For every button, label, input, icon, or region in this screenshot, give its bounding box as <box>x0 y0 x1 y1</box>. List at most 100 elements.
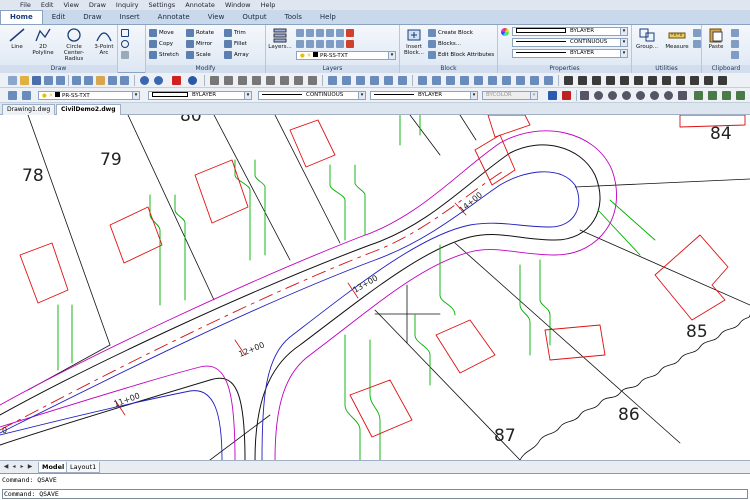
view-back-icon[interactable] <box>474 76 483 85</box>
group-button[interactable]: Group... <box>632 27 662 50</box>
array-button[interactable]: Array <box>224 50 249 60</box>
tab-tools[interactable]: Tools <box>276 11 311 24</box>
pan-icon[interactable] <box>592 76 601 85</box>
lineweight-dropdown[interactable]: BYLAYER ▾ <box>512 49 628 58</box>
insert-block-button[interactable]: Insert Block... <box>401 27 427 56</box>
area-icon[interactable] <box>342 76 351 85</box>
layer-delete-icon[interactable] <box>346 29 354 37</box>
redo-icon[interactable] <box>154 76 163 85</box>
named-views-icon[interactable] <box>708 91 717 100</box>
redraw-icon[interactable] <box>548 91 557 100</box>
layout-tab-layout1[interactable]: Layout1 <box>66 462 101 473</box>
layers-icon[interactable] <box>8 91 17 100</box>
orbit-icon[interactable] <box>606 76 615 85</box>
view-right-icon[interactable] <box>516 76 525 85</box>
tab-insert[interactable]: Insert <box>111 11 149 24</box>
rectangle-tool[interactable] <box>121 39 131 49</box>
menu-window[interactable]: Window <box>220 0 256 10</box>
view-front-icon[interactable] <box>432 76 441 85</box>
measure-button[interactable]: Measure <box>662 27 692 50</box>
tab-help[interactable]: Help <box>311 11 345 24</box>
menu-edit[interactable]: Edit <box>36 0 59 10</box>
ortho-icon[interactable] <box>238 76 247 85</box>
toolbar-linetype-dropdown[interactable]: CONTINUOUS ▾ <box>258 91 366 100</box>
edit-block-attributes-button[interactable]: Edit Block Attributes <box>428 50 494 60</box>
zoom-previous-icon[interactable] <box>650 91 659 100</box>
pointer-icon[interactable] <box>564 76 573 85</box>
list-icon[interactable] <box>356 76 365 85</box>
zoom-out-icon[interactable] <box>622 91 631 100</box>
drawing-canvas[interactable]: 78 79 80 84 85 86 87 11+00 12+00 13+00 1… <box>0 115 750 460</box>
osnap-icon[interactable] <box>266 76 275 85</box>
zoom-extents-icon[interactable] <box>664 91 673 100</box>
layer-state-icon[interactable] <box>296 29 304 37</box>
layer-merge-icon[interactable] <box>346 40 354 48</box>
zoom-realtime-icon[interactable] <box>594 91 603 100</box>
shade-icon[interactable] <box>704 76 713 85</box>
blocks-button[interactable]: Blocks... <box>428 39 461 49</box>
render-icon[interactable] <box>676 76 685 85</box>
copy-clip-button[interactable] <box>731 39 741 49</box>
view-se-icon[interactable] <box>544 76 553 85</box>
lineweight-display-icon[interactable] <box>294 76 303 85</box>
cut-button[interactable] <box>731 28 741 38</box>
copy-button[interactable]: Copy <box>149 39 173 49</box>
menu-settings[interactable]: Settings <box>144 0 181 10</box>
light-icon[interactable] <box>662 76 671 85</box>
print-icon[interactable] <box>44 76 53 85</box>
cascade-icon[interactable] <box>736 91 745 100</box>
prev-tab-icon[interactable]: ◂ <box>10 463 18 471</box>
layer-on-icon[interactable] <box>326 40 334 48</box>
otrack-icon[interactable] <box>280 76 289 85</box>
fly-icon[interactable] <box>634 76 643 85</box>
command-input[interactable]: Command: QSAVE <box>2 489 748 499</box>
zoom-window-icon[interactable] <box>636 91 645 100</box>
match-properties-icon[interactable] <box>108 76 117 85</box>
viewports-icon[interactable] <box>694 91 703 100</box>
layer-lock-icon[interactable] <box>296 40 304 48</box>
create-block-button[interactable]: Create Block <box>428 28 473 38</box>
preview-icon[interactable] <box>56 76 65 85</box>
layer-isolate-icon[interactable] <box>326 29 334 37</box>
tab-view[interactable]: View <box>199 11 234 24</box>
move-button[interactable]: Move <box>149 28 174 38</box>
tab-home[interactable]: Home <box>0 10 43 24</box>
menu-view[interactable]: View <box>58 0 83 10</box>
erase-icon[interactable] <box>172 76 181 85</box>
polar-icon[interactable] <box>252 76 261 85</box>
mirror-button[interactable]: Mirror <box>186 39 212 49</box>
polygon-tool[interactable] <box>121 28 131 38</box>
menu-help[interactable]: Help <box>256 0 281 10</box>
layer-match-icon[interactable] <box>306 29 314 37</box>
layer-dropdown[interactable]: ● ☀ PR-SS-TXT ▾ <box>296 51 396 60</box>
snap-icon[interactable] <box>210 76 219 85</box>
view-top-icon[interactable] <box>418 76 427 85</box>
paste-button[interactable]: Paste <box>703 27 729 50</box>
stretch-button[interactable]: Stretch <box>149 50 179 60</box>
doc-tab-drawing1[interactable]: Drawing1.dwg <box>2 104 56 115</box>
pan-realtime-icon[interactable] <box>580 91 589 100</box>
layer-off-icon[interactable] <box>316 40 324 48</box>
layer-previous-icon[interactable] <box>316 29 324 37</box>
layer-previous-icon[interactable] <box>22 91 31 100</box>
plotstyle-dropdown[interactable]: BYCOLOR ▾ <box>482 91 538 100</box>
help-icon[interactable] <box>188 76 197 85</box>
view-iso-icon[interactable] <box>460 76 469 85</box>
model-space-icon[interactable] <box>308 76 317 85</box>
walk-icon[interactable] <box>620 76 629 85</box>
trim-button[interactable]: Trim <box>224 28 246 38</box>
tab-annotate[interactable]: Annotate <box>149 11 199 24</box>
calc-icon[interactable] <box>384 76 393 85</box>
distance-icon[interactable] <box>328 76 337 85</box>
open-icon[interactable] <box>20 76 29 85</box>
view-sw-icon[interactable] <box>530 76 539 85</box>
layer-thaw-icon[interactable] <box>336 40 344 48</box>
undo-icon[interactable] <box>140 76 149 85</box>
material-icon[interactable] <box>690 76 699 85</box>
zoom-in-icon[interactable] <box>608 91 617 100</box>
copy-icon[interactable] <box>84 76 93 85</box>
tile-icon[interactable] <box>722 91 731 100</box>
layout-tab-model[interactable]: Model <box>38 462 69 473</box>
linetype-dropdown[interactable]: CONTINUOUS ▾ <box>512 38 628 47</box>
select-icon[interactable] <box>578 76 587 85</box>
